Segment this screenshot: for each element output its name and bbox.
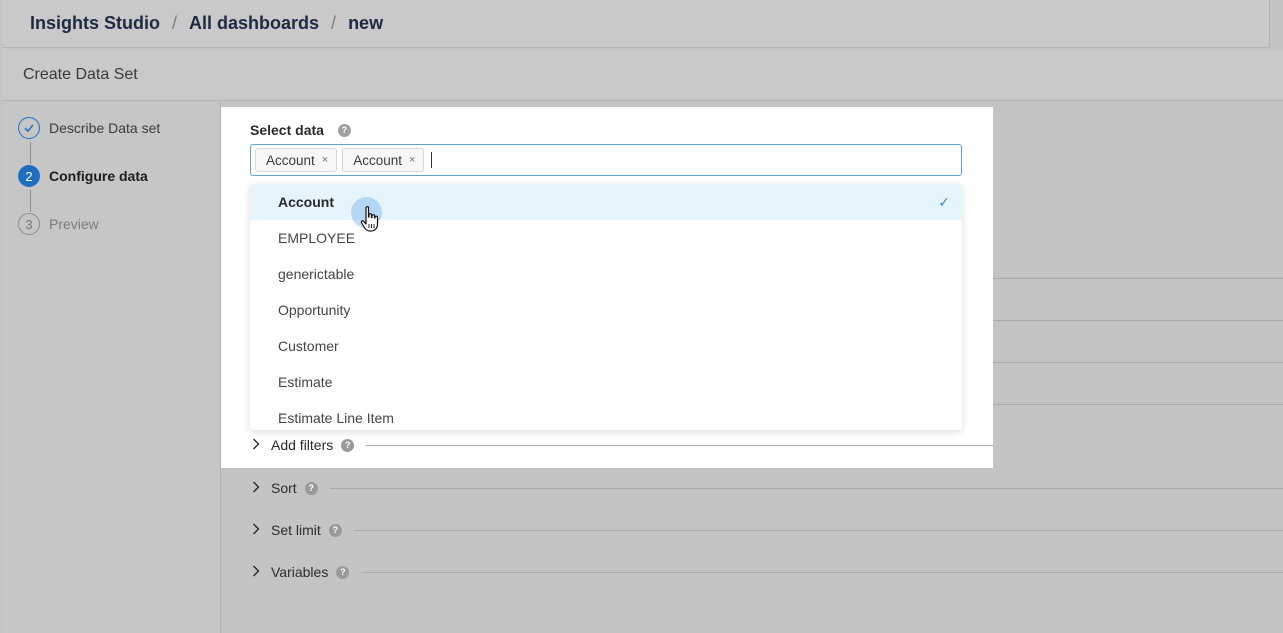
section-label: Variables [271,564,329,580]
section-sort[interactable]: Sort ? [252,480,1283,496]
option-label: Estimate Line Item [278,410,394,426]
select-data-label-text: Select data [250,122,324,138]
chevron-right-icon [252,522,271,538]
section-variables[interactable]: Variables ? [252,564,1283,580]
option-label: Opportunity [278,302,351,318]
step-number: 2 [18,165,40,187]
divider [993,362,1283,363]
option-opportunity[interactable]: Opportunity [250,292,962,328]
option-label: generictable [278,266,355,282]
chevron-right-icon [252,480,271,496]
option-employee[interactable]: EMPLOYEE [250,220,962,256]
question-circle-icon[interactable]: ? [337,123,351,137]
wizard-stepper: Describe Data set 2 Configure data 3 Pre… [2,102,221,633]
section-label: Set limit [271,522,321,538]
select-data-input[interactable]: Account × Account × [250,144,962,176]
section-label: Sort [271,480,297,496]
selected-tag-account: Account × [342,148,425,172]
question-circle-icon[interactable]: ? [336,565,350,579]
option-label: Account [278,194,334,210]
text-caret [431,152,433,168]
step-connector [30,142,31,164]
close-icon[interactable]: × [322,154,328,166]
option-customer[interactable]: Customer [250,328,962,364]
question-circle-icon[interactable]: ? [341,438,355,452]
divider [993,278,1283,279]
divider [366,444,993,446]
option-label: Customer [278,338,339,354]
step-label: Describe Data set [49,120,161,136]
step-configure-data[interactable]: 2 Configure data [18,165,148,187]
option-label: EMPLOYEE [278,230,356,246]
breadcrumb-all-dashboards[interactable]: All dashboards [189,13,319,34]
close-icon[interactable]: × [409,154,415,166]
section-add-filters[interactable]: Add filters ? [252,437,993,453]
divider [993,404,1283,405]
breadcrumb-separator: / [331,13,337,33]
chevron-right-icon [252,564,271,580]
step-label: Configure data [49,168,148,184]
question-circle-icon[interactable]: ? [304,481,318,495]
section-label: Add filters [271,437,334,453]
divider [329,487,1283,489]
chevron-right-icon [252,437,271,453]
divider [353,529,1283,531]
option-estimate[interactable]: Estimate [250,364,962,400]
checkmark-icon: ✓ [938,193,950,210]
breadcrumb-separator: / [172,13,178,33]
step-connector [30,190,31,212]
option-generictable[interactable]: generictable [250,256,962,292]
breadcrumb-current-page: new [348,13,384,33]
tag-label: Account [266,152,315,168]
divider [361,571,1283,573]
option-estimate-line-item[interactable]: Estimate Line Item [250,400,962,430]
option-label: Estimate [278,374,333,390]
breadcrumb-insights-studio[interactable]: Insights Studio [30,13,160,34]
question-circle-icon[interactable]: ? [328,523,342,537]
step-label: Preview [49,216,99,232]
section-set-limit[interactable]: Set limit ? [252,522,1283,538]
step-describe-data-set[interactable]: Describe Data set [18,117,160,139]
check-circle-icon [18,117,40,139]
page: Insights Studio / All dashboards / new C… [0,0,1283,633]
hand-pointer-icon [360,206,379,232]
divider [993,320,1283,321]
breadcrumb: Insights Studio / All dashboards / new [2,0,1270,48]
step-preview[interactable]: 3 Preview [18,213,99,235]
selected-tag-account: Account × [255,148,338,172]
subheader: Create Data Set [2,49,1283,101]
select-data-label: Select data ? [250,122,351,138]
page-title: Create Data Set [23,65,138,83]
step-number: 3 [18,213,40,235]
tag-label: Account [353,152,402,168]
